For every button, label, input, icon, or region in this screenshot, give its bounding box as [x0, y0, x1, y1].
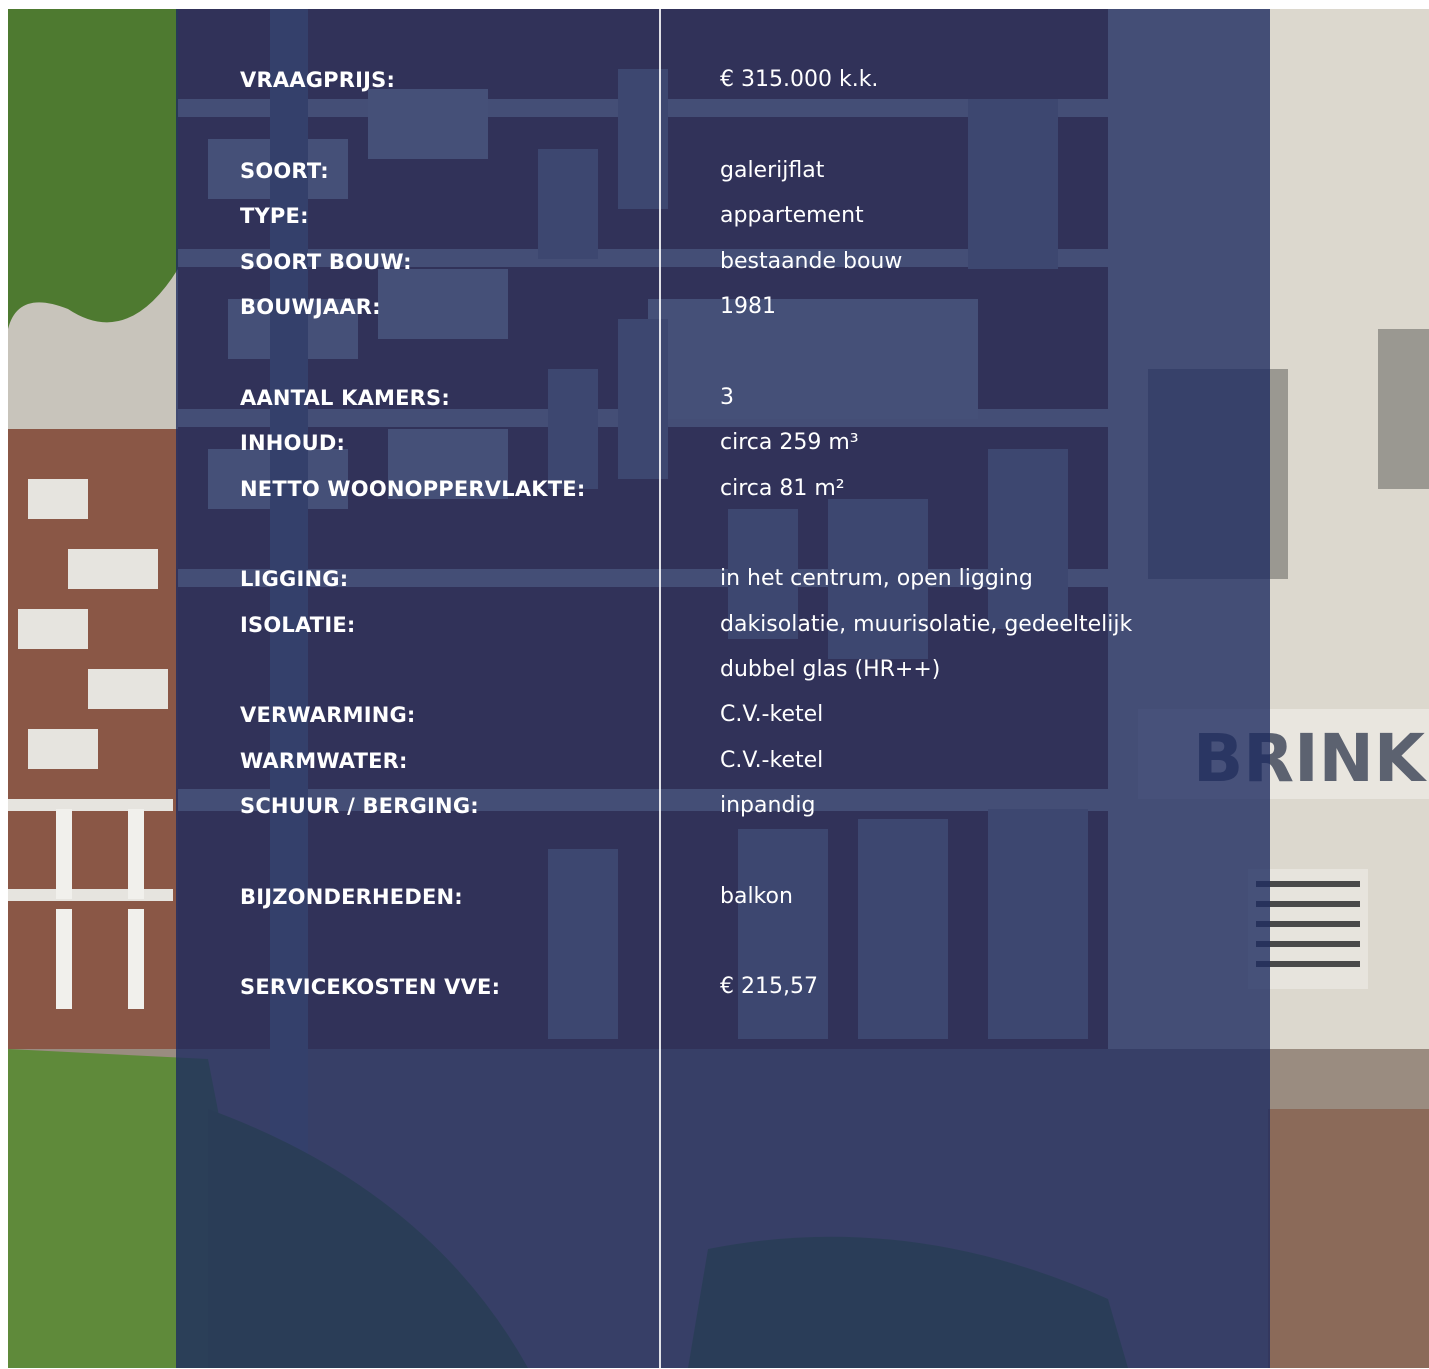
spec-value: appartement: [720, 203, 864, 228]
spec-row-type: TYPE: appartement: [0, 196, 1429, 236]
spec-value: € 215,57: [720, 974, 818, 999]
spec-row-vraagprijs: VRAAGPRIJS: € 315.000 k.k.: [0, 60, 1429, 100]
spec-label: BIJZONDERHEDEN:: [240, 885, 463, 909]
spec-label: WARMWATER:: [240, 749, 408, 773]
spec-row-warmwater: WARMWATER: C.V.-ketel: [0, 741, 1429, 781]
spec-value: bestaande bouw: [720, 249, 903, 274]
spec-row-netto-woonoppervlakte: NETTO WOONOPPERVLAKTE: circa 81 m²: [0, 469, 1429, 509]
spec-label: VERWARMING:: [240, 703, 416, 727]
spec-row-soort-bouw: SOORT BOUW: bestaande bouw: [0, 242, 1429, 282]
spec-value: dakisolatie, muurisolatie, gedeeltelijk: [720, 612, 1133, 637]
spec-row-inhoud: INHOUD: circa 259 m³: [0, 423, 1429, 463]
property-spec-page: BRINKS VRAAGPRIJS: € 315: [0, 0, 1429, 1369]
spec-value: inpandig: [720, 793, 816, 818]
spec-row-ligging: LIGGING: in het centrum, open ligging: [0, 559, 1429, 599]
spec-value: € 315.000 k.k.: [720, 67, 879, 92]
spec-value: circa 259 m³: [720, 430, 859, 455]
spec-value: 1981: [720, 294, 776, 319]
spec-row-bijzonderheden: BIJZONDERHEDEN: balkon: [0, 877, 1429, 917]
spec-value: C.V.-ketel: [720, 702, 824, 727]
spec-label: SERVICEKOSTEN VVE:: [240, 975, 501, 999]
spec-value: 3: [720, 385, 734, 410]
spec-row-schuur-berging: SCHUUR / BERGING: inpandig: [0, 786, 1429, 826]
spec-label: SCHUUR / BERGING:: [240, 794, 479, 818]
spec-label: NETTO WOONOPPERVLAKTE:: [240, 477, 586, 501]
spec-row-aantal-kamers: AANTAL KAMERS: 3: [0, 378, 1429, 418]
spec-label: AANTAL KAMERS:: [240, 386, 450, 410]
spec-value: C.V.-ketel: [720, 748, 824, 773]
spec-label: VRAAGPRIJS:: [240, 68, 396, 92]
spec-label: SOORT BOUW:: [240, 250, 412, 274]
spec-row-isolatie: ISOLATIE: dakisolatie, muurisolatie, ged…: [0, 605, 1429, 645]
spec-value-line2: dubbel glas (HR++): [720, 657, 941, 682]
spec-row-verwarming: VERWARMING: C.V.-ketel: [0, 695, 1429, 735]
spec-label: LIGGING:: [240, 567, 349, 591]
spec-value: in het centrum, open ligging: [720, 566, 1033, 591]
spec-label: ISOLATIE:: [240, 613, 356, 637]
spec-label: SOORT:: [240, 159, 329, 183]
spec-label: INHOUD:: [240, 431, 346, 455]
spec-row-servicekosten-vve: SERVICEKOSTEN VVE: € 215,57: [0, 967, 1429, 1007]
spec-row-soort: SOORT: galerijflat: [0, 151, 1429, 191]
spec-label: BOUWJAAR:: [240, 295, 381, 319]
spec-row-bouwjaar: BOUWJAAR: 1981: [0, 287, 1429, 327]
spec-value: balkon: [720, 884, 793, 909]
spec-value: circa 81 m²: [720, 476, 845, 501]
spec-row-isolatie-continued: dubbel glas (HR++): [0, 650, 1429, 690]
spec-label: TYPE:: [240, 204, 309, 228]
spec-value: galerijflat: [720, 158, 825, 183]
